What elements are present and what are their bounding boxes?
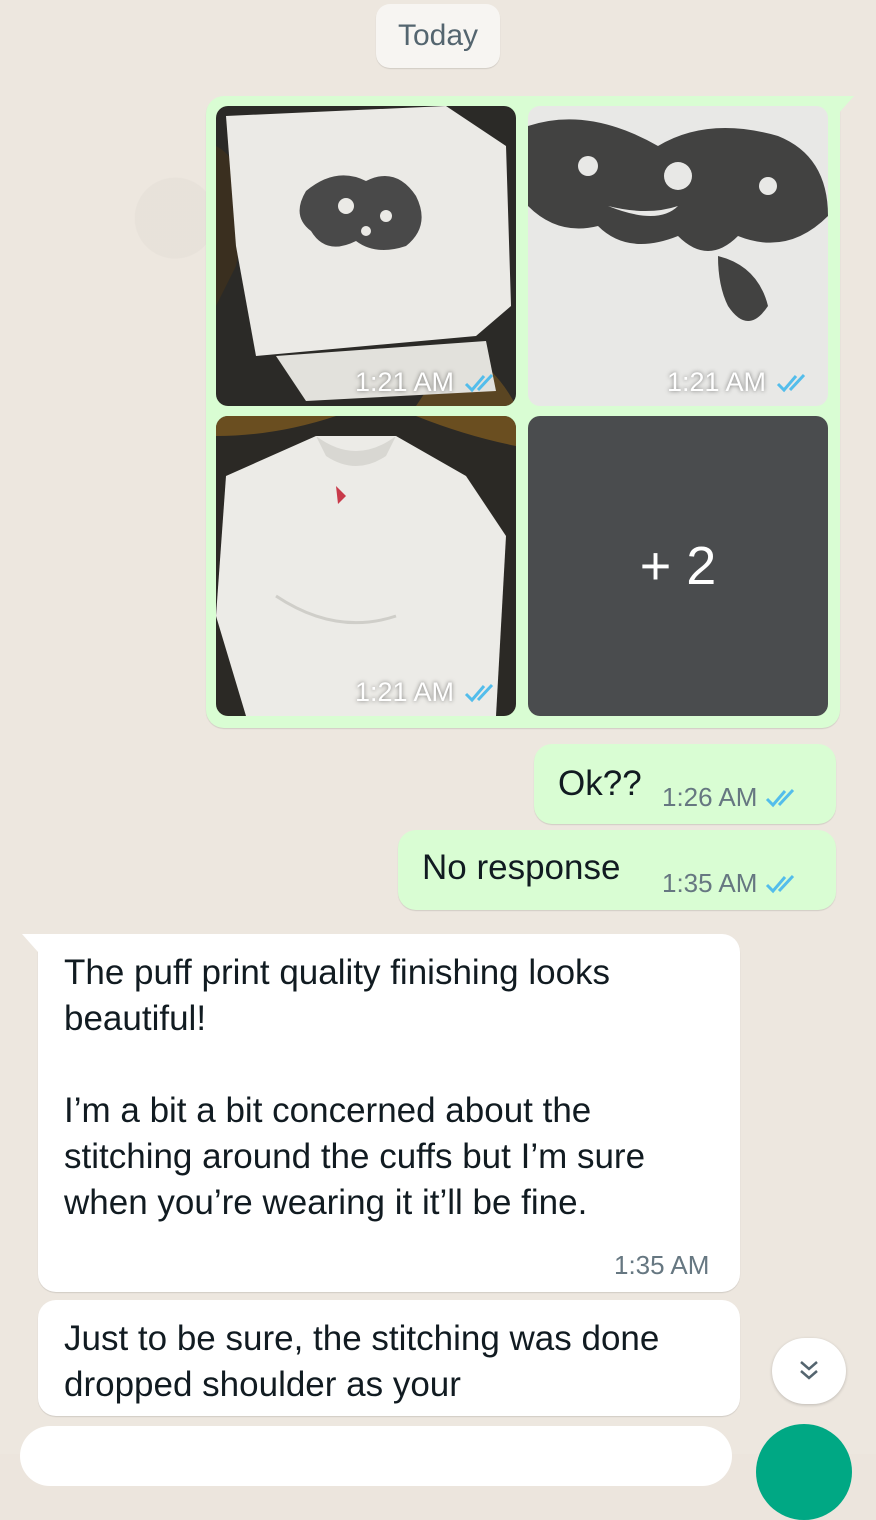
message-paragraph: Just to be sure, the stitching was done … <box>64 1319 660 1404</box>
message-time: 1:35 AM <box>662 868 803 899</box>
incoming-message-1[interactable]: The puff print quality finishing looks b… <box>22 934 740 1292</box>
shirt-photo-1 <box>216 106 516 406</box>
tile-2-timestamp: 1:21 AM <box>667 367 814 398</box>
message-paragraph: I’m a bit a bit concerned about the stit… <box>64 1091 646 1222</box>
more-photos-tile[interactable]: + 2 <box>528 416 828 716</box>
photo-tile-1[interactable]: 1:21 AM <box>216 106 516 406</box>
tile-1-timestamp: 1:21 AM <box>355 367 502 398</box>
message-composer-input[interactable] <box>20 1426 732 1486</box>
message-paragraph: The puff print quality finishing looks b… <box>64 953 611 1038</box>
chevrons-down-icon <box>800 1361 818 1380</box>
shirt-photo-3 <box>216 416 516 716</box>
photo-tile-3[interactable]: 1:21 AM <box>216 416 516 716</box>
mic-button[interactable] <box>756 1424 852 1520</box>
more-photos-count: + 2 <box>639 536 717 596</box>
scroll-to-bottom-button[interactable] <box>772 1338 846 1404</box>
message-time: 1:35 AM <box>614 1250 710 1280</box>
outgoing-message-1[interactable]: Ok?? 1:26 AM <box>534 744 836 824</box>
double-check-icon <box>776 373 806 392</box>
media-group-bubble[interactable]: 1:21 AM 1:21 AM 1:21 AM + 2 <box>206 96 854 728</box>
incoming-message-2[interactable]: Just to be sure, the stitching was done … <box>38 1300 740 1416</box>
double-check-icon <box>766 788 795 807</box>
double-check-icon <box>464 373 494 392</box>
photo-tile-2[interactable]: 1:21 AM <box>528 106 828 406</box>
tile-3-timestamp: 1:21 AM <box>355 677 502 708</box>
message-text: Ok?? <box>558 764 642 803</box>
shirt-photo-2 <box>528 106 828 406</box>
outgoing-message-2[interactable]: No response 1:35 AM <box>398 830 836 910</box>
date-label: Today <box>397 19 479 52</box>
message-time: 1:26 AM <box>662 782 803 813</box>
message-text: No response <box>422 848 621 887</box>
double-check-icon <box>464 683 494 702</box>
bubble-tail <box>838 96 854 114</box>
double-check-icon <box>766 874 795 893</box>
date-separator: Today <box>376 4 500 68</box>
